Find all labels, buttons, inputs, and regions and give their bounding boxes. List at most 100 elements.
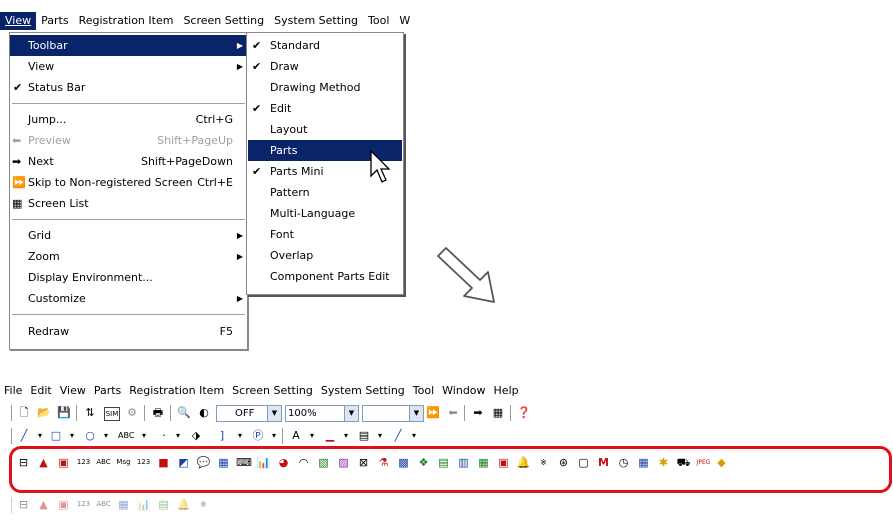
dropdown-arrow-icon[interactable]: ▾ (136, 428, 152, 444)
dropdown-arrow-icon[interactable]: ▾ (304, 428, 320, 444)
text-abc-icon[interactable]: ABC (118, 428, 134, 444)
on-off-state-select[interactable]: OFF ▼ (216, 405, 282, 422)
simulation-icon[interactable]: SIM (104, 407, 120, 421)
menu-item-skip-non-registered[interactable]: ⏩ Skip to Non-registered Screen Ctrl+E (10, 172, 247, 193)
menu-system-setting[interactable]: System Setting (269, 12, 363, 30)
line-icon[interactable]: ╱ (16, 428, 32, 444)
menu-item-grid[interactable]: Grid ▶ (10, 225, 247, 246)
dropdown-arrow-icon: ▼ (344, 406, 358, 421)
project-icon[interactable]: ⚙ (124, 405, 140, 421)
toolbar-separator (510, 405, 511, 421)
print-icon[interactable]: 🖶 (150, 405, 166, 421)
transfer-icon[interactable]: ⇅ (82, 405, 98, 421)
dropdown-arrow-icon[interactable]: ▾ (32, 428, 48, 444)
p-circle-icon[interactable]: Ⓟ (250, 428, 266, 444)
toolbar-grip[interactable] (7, 405, 12, 421)
alarm-bell-icon[interactable]: 🔔 (176, 497, 191, 512)
menu-item-screen-list[interactable]: ▦ Screen List (10, 193, 247, 214)
menu-help[interactable]: Help (490, 384, 523, 397)
dropdown-arrow-icon[interactable]: ▾ (372, 428, 388, 444)
mouse-cursor-icon (370, 150, 391, 183)
menu-item-redraw[interactable]: Redraw F5 (10, 321, 247, 342)
forward-arrow-icon[interactable]: ➡ (470, 405, 486, 421)
menu-item-next[interactable]: ➡ Next Shift+PageDown (10, 151, 247, 172)
submenu-item-layout[interactable]: Layout (248, 119, 402, 140)
special-function-icon[interactable]: ※ (196, 497, 211, 512)
menu-view[interactable]: View (0, 12, 37, 30)
new-file-icon[interactable]: 🗋 (16, 405, 32, 421)
check-icon: ✔ (252, 60, 262, 73)
dropdown-arrow-icon[interactable]: ▾ (232, 428, 248, 444)
view-menu-dropdown: Toolbar ▶ View ▶ ✔ Status Bar Jump... Ct… (9, 32, 248, 350)
menu-parts[interactable]: Parts (36, 12, 73, 30)
menu-screen-setting[interactable]: Screen Setting (178, 12, 269, 30)
menu-window[interactable]: Window (438, 384, 489, 397)
toolbar-grip[interactable] (7, 497, 12, 513)
standard-toolbar: 🗋 📂 💾 ⇅ SIM ⚙ 🖶 🔍 ◐ OFF ▼ 100% ▼ ▼ ⏩ ⬅ ➡… (0, 402, 620, 424)
menu-item-zoom[interactable]: Zoom ▶ (10, 246, 247, 267)
top-menu-bar: View Parts Registration Item Screen Sett… (0, 11, 416, 31)
text-display-icon[interactable]: ABC (96, 497, 111, 512)
switch-lamp-icon[interactable]: ⊟ (16, 497, 31, 512)
menu-edit[interactable]: Edit (26, 384, 55, 397)
open-folder-icon[interactable]: 📂 (36, 405, 52, 421)
rectangle-icon[interactable]: □ (48, 428, 64, 444)
menu-window-cut[interactable]: W (394, 12, 415, 30)
submenu-item-overlap[interactable]: Overlap (248, 245, 402, 266)
menu-registration-item[interactable]: Registration Item (74, 12, 179, 30)
submenu-item-drawing-method[interactable]: Drawing Method (248, 77, 402, 98)
submenu-item-component-parts-edit[interactable]: Component Parts Edit (248, 266, 402, 287)
submenu-item-multi-language[interactable]: Multi-Language (248, 203, 402, 224)
menu-screen-setting[interactable]: Screen Setting (228, 384, 317, 397)
switch-icon[interactable]: ◐ (196, 405, 212, 421)
bracket-icon[interactable]: ] (214, 428, 230, 444)
zoom-select[interactable]: 100% ▼ (285, 405, 359, 422)
dropdown-arrow-icon: ▼ (267, 406, 281, 421)
dropdown-arrow-icon[interactable]: ▾ (98, 428, 114, 444)
menu-item-status-bar[interactable]: ✔ Status Bar (10, 77, 247, 98)
help-icon[interactable]: ❓ (516, 405, 532, 421)
fill-icon[interactable]: ⬗ (188, 428, 204, 444)
parts-toolbar-callout (9, 446, 892, 493)
zoom-icon[interactable]: 🔍 (176, 405, 192, 421)
back-arrow-icon[interactable]: ⬅ (445, 405, 461, 421)
check-icon: ✔ (13, 81, 23, 94)
text-a-icon[interactable]: A (288, 428, 304, 444)
menu-file[interactable]: File (0, 384, 26, 397)
dropdown-arrow-icon[interactable]: ▾ (406, 428, 422, 444)
line-style-icon[interactable]: ╱ (390, 428, 406, 444)
save-icon[interactable]: 💾 (56, 405, 72, 421)
menu-system-setting[interactable]: System Setting (317, 384, 409, 397)
menu-item-jump[interactable]: Jump... Ctrl+G (10, 109, 247, 130)
screen-list-icon[interactable]: ▦ (490, 405, 506, 421)
fill-color-icon[interactable]: ▤ (356, 428, 372, 444)
circle-icon[interactable]: ○ (82, 428, 98, 444)
toolbar-grip[interactable] (7, 428, 12, 444)
menu-item-display-environment[interactable]: Display Environment... (10, 267, 247, 288)
dropdown-arrow-icon[interactable]: ▾ (170, 428, 186, 444)
submenu-item-font[interactable]: Font (248, 224, 402, 245)
blank-select[interactable]: ▼ (362, 405, 424, 422)
line-color-icon[interactable]: ▁ (322, 428, 338, 444)
logging-icon[interactable]: ▤ (156, 497, 171, 512)
bar-graph-icon[interactable]: 📊 (136, 497, 151, 512)
menu-item-customize[interactable]: Customize ▶ (10, 288, 247, 309)
dropdown-arrow-icon[interactable]: ▾ (64, 428, 80, 444)
word-switch-icon[interactable]: ▲ (36, 497, 51, 512)
calendar-icon[interactable]: ▦ (116, 497, 131, 512)
menu-item-toolbar[interactable]: Toolbar ▶ (10, 35, 247, 56)
menu-parts[interactable]: Parts (90, 384, 125, 397)
menu-registration-item[interactable]: Registration Item (125, 384, 228, 397)
bit-switch-icon[interactable]: ▣ (56, 497, 71, 512)
submenu-item-standard[interactable]: ✔ Standard (248, 35, 402, 56)
menu-tool[interactable]: Tool (363, 12, 394, 30)
submenu-item-draw[interactable]: ✔ Draw (248, 56, 402, 77)
dropdown-arrow-icon[interactable]: ▾ (338, 428, 354, 444)
menu-view[interactable]: View (56, 384, 90, 397)
skip-icon[interactable]: ⏩ (425, 405, 441, 421)
submenu-item-edit[interactable]: ✔ Edit (248, 98, 402, 119)
menu-tool[interactable]: Tool (409, 384, 438, 397)
menu-item-view[interactable]: View ▶ (10, 56, 247, 77)
dropdown-arrow-icon[interactable]: ▾ (266, 428, 282, 444)
number-display-icon[interactable]: 123 (76, 497, 91, 512)
